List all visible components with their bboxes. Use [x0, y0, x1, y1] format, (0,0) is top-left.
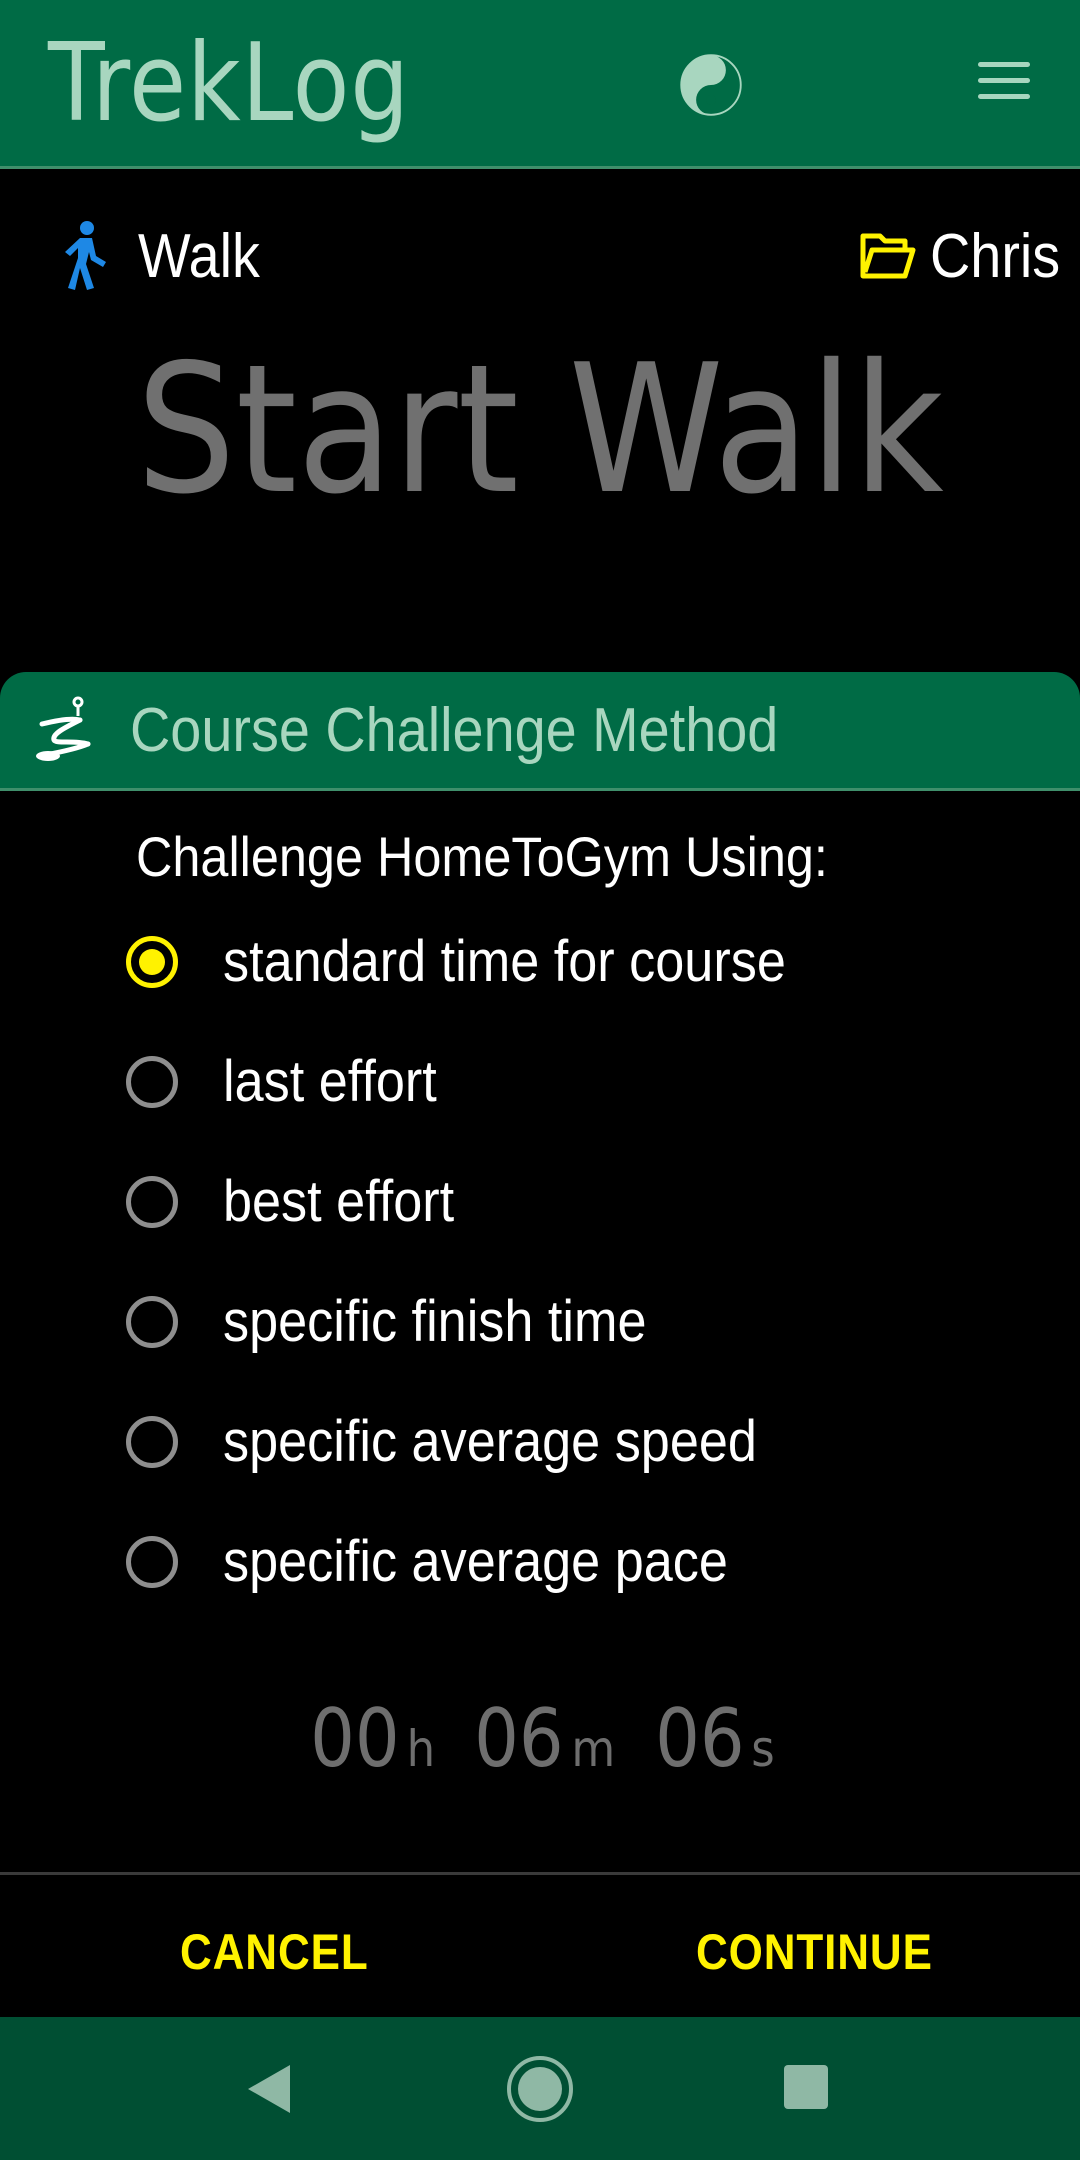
option-last-effort[interactable]: last effort: [120, 1036, 1020, 1136]
option-label[interactable]: last effort: [223, 1044, 437, 1120]
minutes-unit: m: [571, 1720, 616, 1778]
option-label[interactable]: specific average speed: [223, 1404, 757, 1480]
app-screen: TrekLog Walk Chris Start Walk Course Cha…: [0, 0, 1080, 2160]
hours-value: 00: [309, 1692, 400, 1785]
hours-unit: h: [406, 1720, 436, 1778]
course-challenge-dialog: Course Challenge Method Challenge HomeTo…: [0, 672, 1080, 2017]
minutes-value: 06: [473, 1692, 564, 1785]
dialog-divider: [0, 1872, 1080, 1875]
dialog-title: Course Challenge Method: [130, 696, 779, 765]
radio-button[interactable]: [126, 1416, 178, 1468]
seconds-unit: s: [751, 1720, 776, 1778]
activity-type-label[interactable]: Walk: [138, 220, 260, 294]
app-title: TrekLog: [48, 21, 411, 146]
user-label[interactable]: Chris: [930, 220, 1060, 294]
option-best-effort[interactable]: best effort: [120, 1156, 1020, 1256]
system-nav-bar: [0, 2017, 1080, 2160]
seconds-value: 06: [654, 1692, 745, 1785]
continue-button[interactable]: CONTINUE: [696, 1922, 933, 1982]
start-walk-title: Start Walk: [136, 326, 944, 533]
folder-open-icon[interactable]: [860, 232, 916, 280]
challenge-prompt: Challenge HomeToGym Using:: [136, 825, 828, 888]
option-specific-finish-time[interactable]: specific finish time: [120, 1276, 1020, 1376]
option-label[interactable]: specific average pace: [223, 1524, 728, 1600]
option-label[interactable]: specific finish time: [223, 1284, 647, 1360]
option-label[interactable]: standard time for course: [223, 924, 786, 1000]
radio-button[interactable]: [126, 1056, 178, 1108]
option-specific-average-speed[interactable]: specific average speed: [120, 1396, 1020, 1496]
yin-yang-icon[interactable]: [680, 54, 742, 116]
dialog-header: Course Challenge Method: [0, 672, 1080, 791]
course-path-icon: [36, 696, 91, 761]
radio-button[interactable]: [126, 1296, 178, 1348]
option-label[interactable]: best effort: [223, 1164, 454, 1240]
app-bar: TrekLog: [0, 0, 1080, 169]
radio-button[interactable]: [126, 1536, 178, 1588]
option-standard-time[interactable]: standard time for course: [120, 916, 1020, 1016]
radio-button-selected[interactable]: [126, 936, 178, 988]
radio-button[interactable]: [126, 1176, 178, 1228]
option-specific-average-pace[interactable]: specific average pace: [120, 1516, 1020, 1616]
back-triangle-icon[interactable]: [244, 2063, 292, 2115]
challenge-time-display: 00 h 06 m 06 s: [0, 1692, 1080, 1785]
cancel-button[interactable]: CANCEL: [180, 1922, 369, 1982]
recent-apps-square-icon[interactable]: [782, 2063, 830, 2111]
walking-person-icon[interactable]: [56, 220, 112, 290]
hamburger-menu-icon[interactable]: [972, 58, 1036, 106]
home-circle-icon[interactable]: [506, 2055, 574, 2123]
